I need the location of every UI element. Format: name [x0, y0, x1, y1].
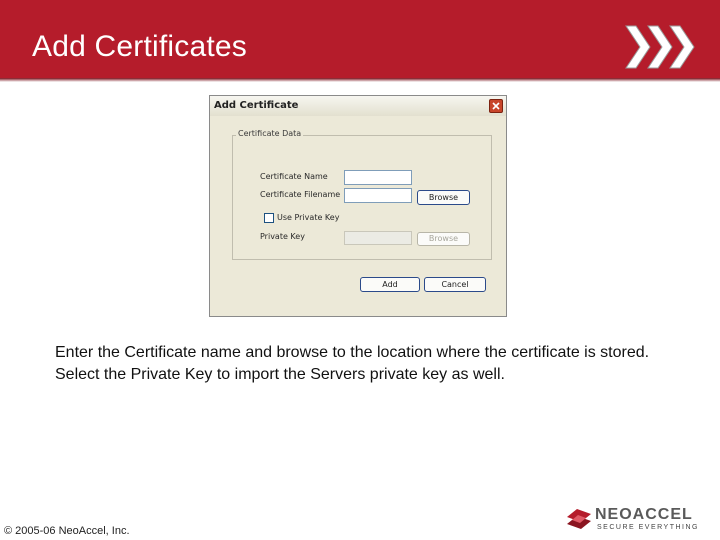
use-private-key-checkbox[interactable] [264, 213, 274, 223]
certificate-data-group: Certificate Data Certificate Name Certif… [232, 129, 492, 260]
logo-name: NEOACCEL [595, 506, 693, 523]
add-certificate-dialog: Add Certificate Certificate Data Certifi… [209, 95, 507, 317]
certificate-filename-input[interactable] [344, 188, 412, 203]
dialog-titlebar: Add Certificate [210, 96, 506, 116]
use-private-key-label: Use Private Key [277, 213, 340, 222]
neoaccel-logo-icon [567, 509, 591, 529]
browse-private-key-button[interactable]: Browse [417, 232, 470, 246]
close-icon [492, 102, 500, 110]
logo-tagline: SECURE EVERYTHING [597, 524, 699, 531]
group-title: Certificate Data [236, 129, 304, 138]
slide-header: Add Certificates [0, 0, 720, 78]
chevrons-decoration [625, 25, 695, 69]
slide-title: Add Certificates [32, 30, 247, 63]
close-button[interactable] [489, 99, 503, 113]
certificate-name-label: Certificate Name [260, 172, 328, 181]
private-key-input[interactable] [344, 231, 412, 245]
private-key-label: Private Key [260, 232, 305, 241]
certificate-filename-label: Certificate Filename [260, 190, 341, 199]
instructions-text: Enter the Certificate name and browse to… [55, 344, 650, 383]
add-button[interactable]: Add [360, 277, 420, 292]
dialog-title: Add Certificate [214, 100, 299, 111]
certificate-name-input[interactable] [344, 170, 412, 185]
browse-button[interactable]: Browse [417, 190, 470, 205]
copyright-text: © 2005-06 NeoAccel, Inc. [4, 525, 130, 537]
header-shadow [0, 78, 720, 82]
cancel-button[interactable]: Cancel [424, 277, 486, 292]
